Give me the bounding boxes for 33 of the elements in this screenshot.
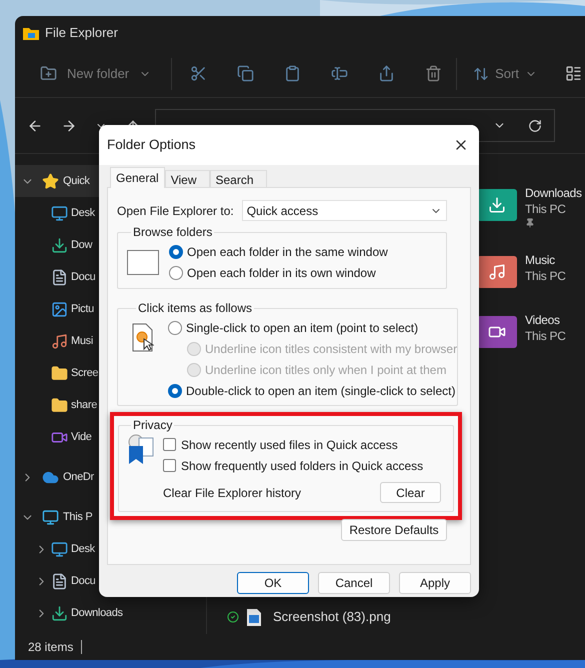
sidebar-label: Pictu (71, 302, 94, 317)
checkbox-label: Show recently used files in Quick access (181, 436, 398, 454)
option-label: Underline icon titles only when I point at them (205, 362, 446, 378)
clear-history-label: Clear File Explorer history (163, 484, 302, 502)
group-title: Click items as follows (137, 300, 254, 317)
sidebar-label: Dow (71, 238, 92, 253)
option-label: Open each folder in the same window (187, 244, 388, 260)
open-to-label: Open File Explorer to: (117, 202, 234, 220)
sidebar-label: share (71, 398, 98, 413)
item-count: 28 items (28, 639, 74, 656)
tile-location: This PC (525, 268, 566, 284)
sidebar-label: Desk (71, 206, 95, 221)
checkbox-label: Show frequently used folders in Quick access (181, 458, 424, 474)
group-title: Browse folders (132, 224, 214, 241)
sidebar-label: Docu (71, 574, 96, 589)
tile-location: This PC (525, 328, 566, 344)
sidebar-label: Desk (71, 542, 95, 557)
sidebar-label: Musi (71, 334, 94, 349)
sidebar-label: Vide (71, 430, 92, 445)
window-title: File Explorer (45, 24, 118, 42)
tile-location: This PC (525, 201, 567, 217)
option-label: Underline icon titles consistent with my browser (205, 340, 458, 358)
option-label: Double-click to open an item (single-click to select) (186, 382, 456, 400)
sidebar-label: Quick (63, 174, 90, 189)
option-label: Single-click to open an item (point to select) (186, 320, 418, 336)
option-label: Open each folder in its own window (187, 264, 376, 282)
group-title: Privacy (132, 417, 174, 434)
sidebar-label: Scree (71, 366, 98, 381)
sidebar-label: Docu (71, 270, 96, 285)
sidebar-label: Downloads (71, 606, 123, 621)
dialog-title: Folder Options (107, 136, 196, 154)
sidebar-label: OneDr (63, 470, 94, 485)
sidebar-label: This P (63, 510, 92, 525)
